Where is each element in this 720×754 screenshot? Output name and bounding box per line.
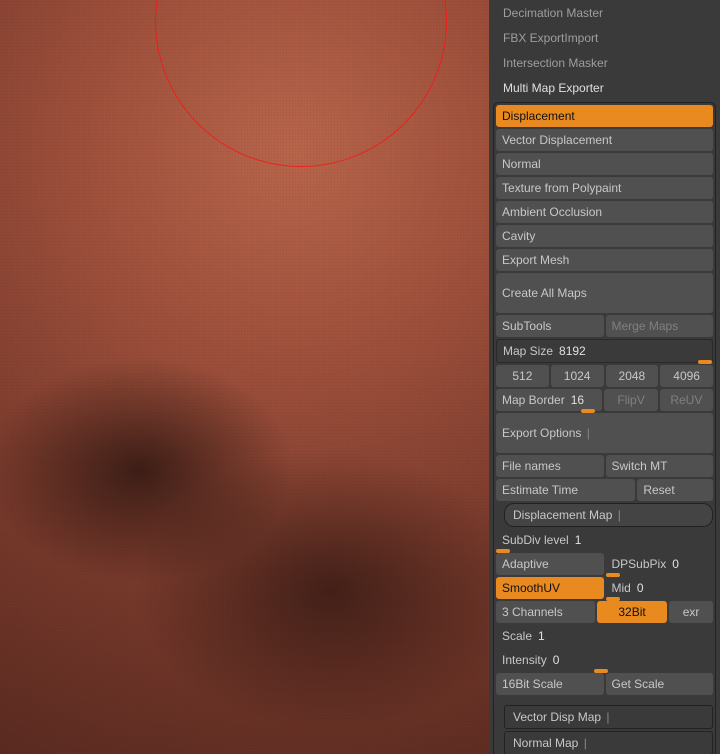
vector-disp-map-header[interactable]: Vector Disp Map <box>504 705 713 729</box>
subdiv-level-label: SubDiv level <box>502 533 569 547</box>
normal-map-header[interactable]: Normal Map <box>504 731 713 754</box>
map-border-value: 16 <box>571 393 584 407</box>
viewport-3d[interactable] <box>0 0 489 754</box>
reset-button[interactable]: Reset <box>637 479 713 501</box>
subtools-button[interactable]: SubTools <box>496 315 604 337</box>
scale-slider[interactable]: Scale 1 <box>496 625 713 647</box>
toggle-texture-from-polypaint[interactable]: Texture from Polypaint <box>496 177 713 199</box>
dpsubpix-label: DPSubPix <box>612 557 667 571</box>
vector-disp-map-label: Vector Disp Map <box>513 710 610 724</box>
size-4096-button[interactable]: 4096 <box>660 365 713 387</box>
toggle-ambient-occlusion[interactable]: Ambient Occlusion <box>496 201 713 223</box>
export-options-label: Export Options <box>502 426 590 440</box>
map-border-slider[interactable]: Map Border 16 <box>496 389 602 411</box>
scale-value: 1 <box>538 629 545 643</box>
merge-maps-button[interactable]: Merge Maps <box>606 315 714 337</box>
file-names-button[interactable]: File names <box>496 455 604 477</box>
size-512-button[interactable]: 512 <box>496 365 549 387</box>
map-size-value: 8192 <box>559 344 586 358</box>
mid-value: 0 <box>637 581 644 595</box>
plugin-fbx-exportimport[interactable]: FBX ExportImport <box>489 25 720 50</box>
16bit-scale-button[interactable]: 16Bit Scale <box>496 673 604 695</box>
create-all-maps-button[interactable]: Create All Maps <box>496 273 713 313</box>
toggle-normal[interactable]: Normal <box>496 153 713 175</box>
zplugin-panel: Decimation Master FBX ExportImport Inter… <box>489 0 720 754</box>
mid-label: Mid <box>612 581 631 595</box>
intensity-slider[interactable]: Intensity 0 <box>496 649 713 671</box>
brush-cursor-circle <box>155 0 447 167</box>
subdiv-level-slider[interactable]: SubDiv level 1 <box>496 529 713 551</box>
mid-slider[interactable]: Mid 0 <box>606 577 714 599</box>
size-1024-button[interactable]: 1024 <box>551 365 604 387</box>
subdiv-level-value: 1 <box>575 533 582 547</box>
dpsubpix-slider[interactable]: DPSubPix 0 <box>606 553 714 575</box>
plugin-decimation-master[interactable]: Decimation Master <box>489 0 720 25</box>
dpsubpix-value: 0 <box>672 557 679 571</box>
map-size-slider[interactable]: Map Size 8192 <box>496 339 713 363</box>
export-options-header[interactable]: Export Options <box>496 413 713 453</box>
switch-mt-button[interactable]: Switch MT <box>606 455 714 477</box>
estimate-time-button[interactable]: Estimate Time <box>496 479 635 501</box>
flipv-button[interactable]: FlipV <box>604 389 657 411</box>
map-size-label: Map Size <box>503 344 553 358</box>
32bit-button[interactable]: 32Bit <box>597 601 667 623</box>
scale-label: Scale <box>502 629 532 643</box>
intensity-value: 0 <box>553 653 560 667</box>
plugin-multi-map-exporter[interactable]: Multi Map Exporter <box>489 75 720 100</box>
toggle-cavity[interactable]: Cavity <box>496 225 713 247</box>
smoothuv-button[interactable]: SmoothUV <box>496 577 604 599</box>
reuv-button[interactable]: ReUV <box>660 389 713 411</box>
three-channels-button[interactable]: 3 Channels <box>496 601 595 623</box>
adaptive-button[interactable]: Adaptive <box>496 553 604 575</box>
map-border-label: Map Border <box>502 393 565 407</box>
size-2048-button[interactable]: 2048 <box>606 365 659 387</box>
toggle-displacement[interactable]: Displacement <box>496 105 713 127</box>
toggle-export-mesh[interactable]: Export Mesh <box>496 249 713 271</box>
get-scale-button[interactable]: Get Scale <box>606 673 714 695</box>
toggle-vector-displacement[interactable]: Vector Displacement <box>496 129 713 151</box>
exr-button[interactable]: exr <box>669 601 713 623</box>
displacement-map-header[interactable]: Displacement Map <box>504 503 713 527</box>
displacement-map-label: Displacement Map <box>513 508 621 522</box>
plugin-intersection-masker[interactable]: Intersection Masker <box>489 50 720 75</box>
intensity-label: Intensity <box>502 653 547 667</box>
normal-map-label: Normal Map <box>513 736 587 750</box>
multi-map-exporter-panel: Displacement Vector Displacement Normal … <box>493 102 716 754</box>
